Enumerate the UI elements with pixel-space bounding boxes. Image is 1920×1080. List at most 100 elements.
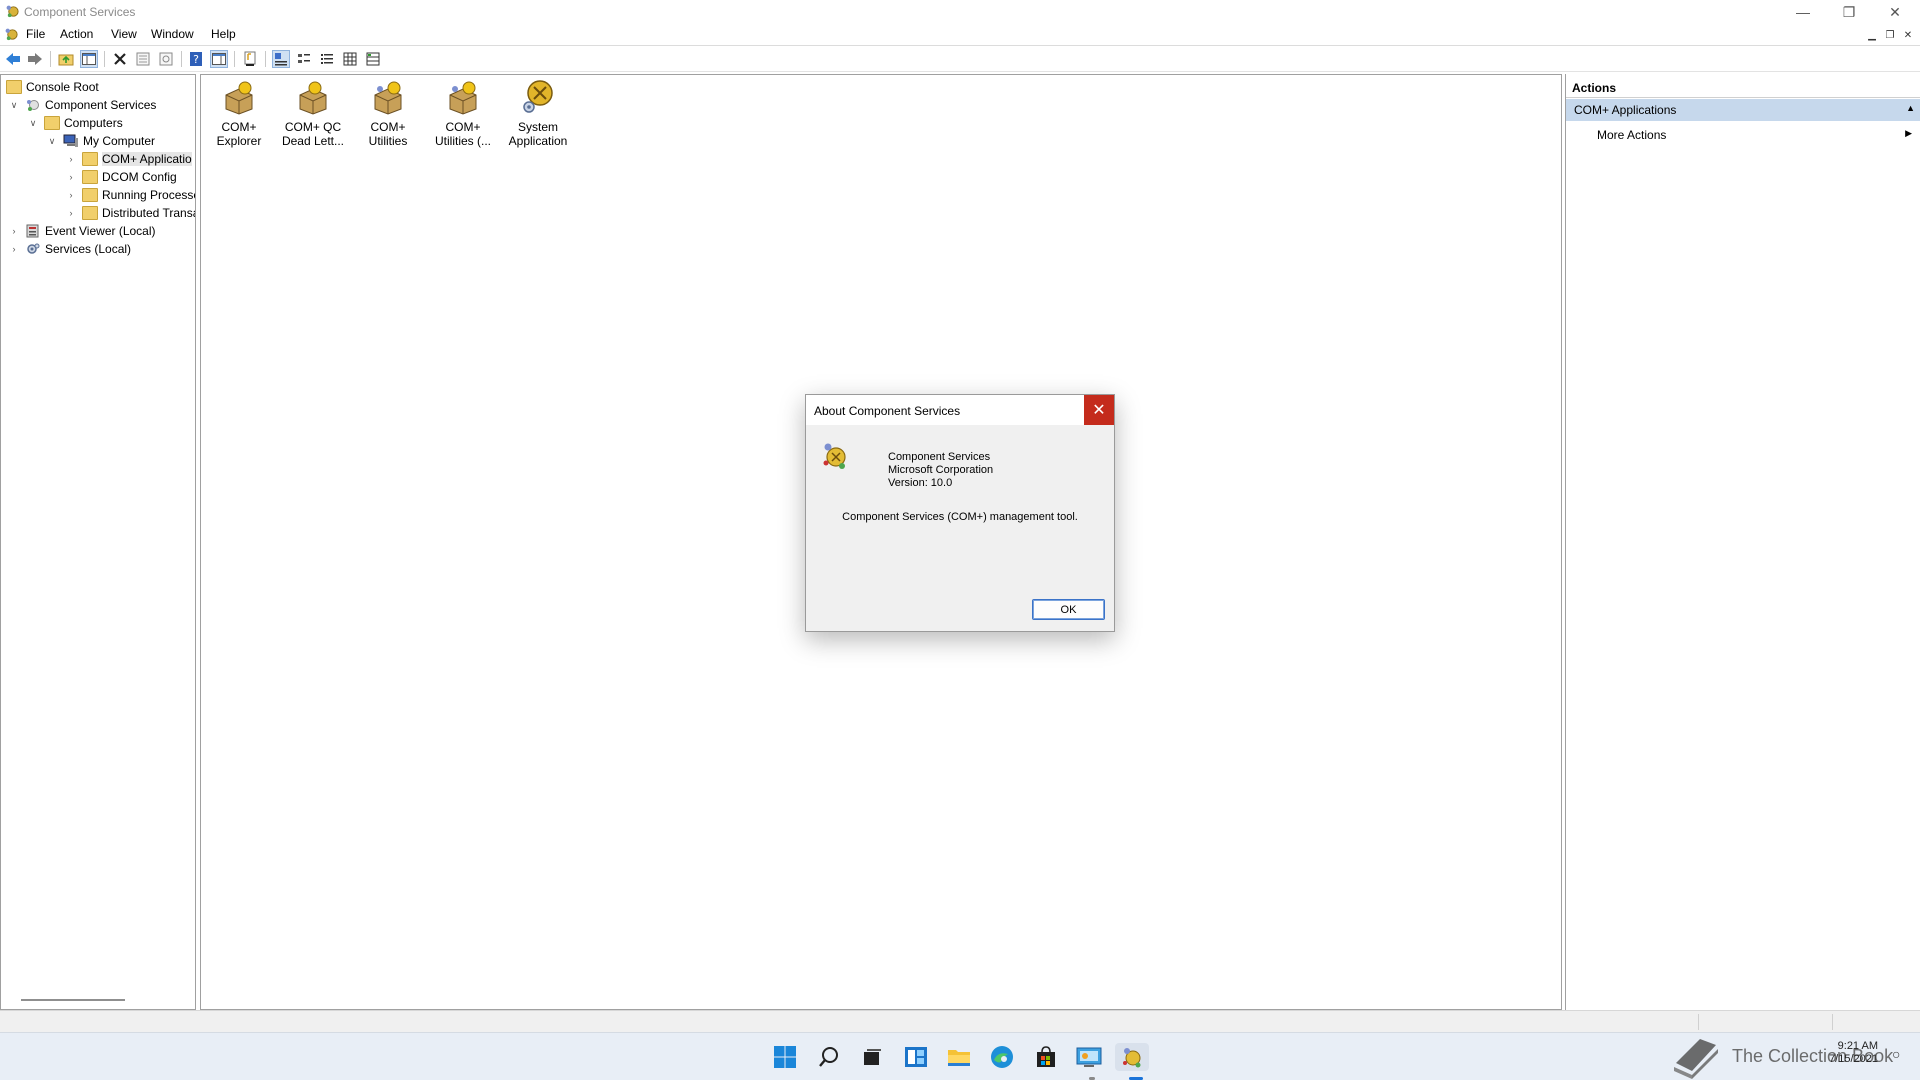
app-system-application[interactable]: System Application xyxy=(501,79,575,148)
refresh-icon xyxy=(159,52,173,66)
menu-window[interactable]: Window xyxy=(151,27,194,41)
tree-item-distributed-transaction[interactable]: › Distributed Transa xyxy=(66,204,195,222)
tree-item-services[interactable]: › Services (Local) xyxy=(9,240,132,258)
chevron-right-icon[interactable]: › xyxy=(9,244,19,254)
tree-item-label: COM+ Applicatio xyxy=(102,152,192,166)
app-label-line2: Utilities (... xyxy=(434,134,491,148)
app-com-utilities-32bit[interactable]: COM+ Utilities (... xyxy=(426,79,500,148)
help-button[interactable]: ? xyxy=(187,50,205,68)
properties-button[interactable] xyxy=(134,50,152,68)
menu-file[interactable]: File xyxy=(26,27,45,41)
up-one-level-button[interactable] xyxy=(57,50,75,68)
system-application-icon xyxy=(523,80,553,113)
app-label-line1: COM+ xyxy=(221,120,257,134)
app-label-line2: Explorer xyxy=(216,134,262,148)
more-actions-item[interactable]: More Actions xyxy=(1597,128,1666,142)
component-services-icon xyxy=(1123,1048,1141,1068)
refresh-button[interactable] xyxy=(157,50,175,68)
store-button[interactable] xyxy=(1032,1043,1060,1071)
menu-help[interactable]: Help xyxy=(211,27,236,41)
toolbar-separator xyxy=(104,51,105,67)
chevron-right-icon[interactable]: › xyxy=(9,226,19,236)
properties-icon xyxy=(136,52,150,66)
chevron-down-icon[interactable]: ∨ xyxy=(47,136,57,146)
mmc-system-menu-icon[interactable] xyxy=(4,27,19,42)
tree-horizontal-scrollbar[interactable] xyxy=(21,999,125,1001)
tree-item-dcom-config[interactable]: › DCOM Config xyxy=(66,168,177,186)
chevron-right-icon[interactable]: › xyxy=(66,208,76,218)
tree-item-my-computer[interactable]: ∨ My Computer xyxy=(47,132,155,150)
file-explorer-icon xyxy=(948,1050,970,1066)
chevron-down-icon[interactable]: ∨ xyxy=(9,100,19,110)
search-icon xyxy=(819,1047,838,1067)
toolbar-separator xyxy=(234,51,235,67)
clock-time: 9:21 AM xyxy=(1837,1040,1878,1052)
clock-date: 7/15/2021 xyxy=(1829,1053,1878,1065)
small-icons-view-button[interactable] xyxy=(295,50,313,68)
component-services-icon xyxy=(823,443,846,469)
forward-button[interactable] xyxy=(26,50,44,68)
menu-view[interactable]: View xyxy=(111,27,137,41)
export-list-button[interactable] xyxy=(241,50,259,68)
file-explorer-button[interactable] xyxy=(945,1043,973,1071)
show-hide-console-tree-button[interactable] xyxy=(80,50,98,68)
tree-item-event-viewer[interactable]: › Event Viewer (Local) xyxy=(9,222,156,240)
start-button[interactable] xyxy=(771,1043,799,1071)
list-view-button[interactable] xyxy=(318,50,336,68)
tree-item-label: Running Processe xyxy=(102,188,196,202)
child-restore-button[interactable]: ❐ xyxy=(1882,27,1898,43)
chevron-right-icon[interactable]: › xyxy=(66,172,76,182)
detail-view-button[interactable] xyxy=(341,50,359,68)
product-name: Component Services xyxy=(888,451,991,463)
actions-section-com-applications[interactable]: COM+ Applications ▲ xyxy=(1566,99,1920,121)
tree-item-label: Event Viewer (Local) xyxy=(45,224,156,238)
status-view-button[interactable] xyxy=(364,50,382,68)
app-com-qc-dead-letter[interactable]: COM+ QC Dead Lett... xyxy=(276,79,350,148)
dialog-close-button[interactable]: ✕ xyxy=(1084,395,1114,425)
tree-item-com-applications[interactable]: › COM+ Applicatio xyxy=(66,150,192,168)
child-minimize-button[interactable]: ▁ xyxy=(1864,27,1880,43)
system-clock[interactable]: 9:21 AM 7/15/2021 xyxy=(1829,1040,1878,1066)
show-hide-action-pane-button[interactable] xyxy=(210,50,228,68)
widgets-button[interactable] xyxy=(902,1043,930,1071)
minimize-button[interactable]: — xyxy=(1780,0,1826,24)
computer-icon xyxy=(63,134,78,147)
edge-button[interactable] xyxy=(988,1043,1016,1071)
edge-icon xyxy=(991,1046,1013,1068)
notification-icon[interactable]: ○ xyxy=(1892,1046,1900,1062)
component-services-taskbar-button[interactable] xyxy=(1115,1043,1149,1071)
folder-icon xyxy=(82,152,98,166)
ok-button[interactable]: OK xyxy=(1032,599,1105,620)
widgets-icon xyxy=(905,1047,927,1067)
tree-item-computers[interactable]: ∨ Computers xyxy=(28,114,123,132)
chevron-right-icon[interactable]: › xyxy=(66,190,76,200)
large-icons-view-button[interactable] xyxy=(272,50,290,68)
chevron-down-icon[interactable]: ∨ xyxy=(28,118,38,128)
tree-item-component-services[interactable]: ∨ Component Services xyxy=(9,96,157,114)
services-gear-icon xyxy=(27,243,40,254)
search-button[interactable] xyxy=(815,1043,843,1071)
tree-item-running-processes[interactable]: › Running Processe xyxy=(66,186,196,204)
dialog-title-bar: About Component Services ✕ xyxy=(806,395,1114,425)
control-panel-button[interactable] xyxy=(1075,1043,1103,1071)
actions-section-label: COM+ Applications xyxy=(1574,103,1677,117)
menu-action[interactable]: Action xyxy=(60,27,93,41)
close-button[interactable]: ✕ xyxy=(1872,0,1918,24)
collapse-up-icon[interactable]: ▲ xyxy=(1906,103,1915,113)
tree-item-console-root[interactable]: Console Root xyxy=(6,78,99,96)
app-com-utilities[interactable]: COM+ Utilities xyxy=(351,79,425,148)
help-icon: ? xyxy=(190,52,202,66)
chevron-right-icon[interactable]: › xyxy=(66,154,76,164)
delete-button[interactable] xyxy=(111,50,129,68)
task-view-button[interactable] xyxy=(858,1043,886,1071)
com-package-icon xyxy=(299,81,327,115)
folder-icon xyxy=(82,206,98,220)
close-icon: ✕ xyxy=(1889,3,1901,20)
app-com-explorer[interactable]: COM+ Explorer xyxy=(202,79,276,148)
restore-button[interactable]: ❐ xyxy=(1826,0,1872,24)
component-services-icon xyxy=(27,100,39,111)
child-close-button[interactable]: ✕ xyxy=(1900,27,1916,43)
book-logo-icon xyxy=(1674,1039,1718,1079)
small-icons-view-icon xyxy=(298,54,310,63)
back-button[interactable] xyxy=(4,50,22,68)
